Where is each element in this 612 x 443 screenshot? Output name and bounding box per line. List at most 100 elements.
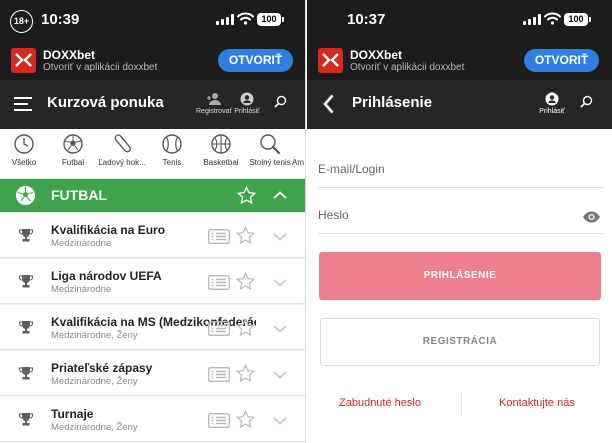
account-icon	[240, 92, 254, 106]
star-icon[interactable]	[236, 410, 255, 429]
forgot-password-link[interactable]: Zabudnuté heslo	[339, 397, 421, 409]
account-icon	[545, 92, 559, 106]
email-field[interactable]: E-mail/Login	[318, 152, 603, 188]
sport-tab-label: Basketbal	[203, 158, 239, 167]
email-placeholder: E-mail/Login	[318, 162, 385, 176]
football-section-header[interactable]: FUTBAL	[0, 179, 305, 212]
star-icon[interactable]	[237, 186, 256, 205]
sport-tab-more[interactable]: Am	[292, 158, 305, 167]
eye-icon[interactable]	[582, 211, 601, 223]
sport-tab-tennis[interactable]: Tenis	[144, 133, 200, 167]
soccer-ball-icon	[63, 134, 83, 154]
competition-region: Medzinárodne	[51, 284, 112, 295]
tennis-ball-icon	[162, 134, 182, 154]
login-screen: 10:37 100 DOXXbet Otvoriť v aplikácii do…	[307, 0, 612, 443]
age-restriction-badge: 18+	[10, 10, 33, 33]
chevron-down-icon[interactable]	[273, 279, 287, 287]
section-title: FUTBAL	[51, 187, 107, 203]
signal-icon	[216, 14, 234, 25]
competition-row[interactable]: Priateľské zápasy Medzinárodne, Ženy	[0, 351, 305, 396]
password-field[interactable]: Heslo	[318, 198, 603, 234]
open-app-button[interactable]: OTVORIŤ	[524, 49, 599, 72]
banner-app-name: DOXXbet	[43, 48, 96, 62]
status-time: 10:39	[41, 11, 80, 28]
login-action[interactable]: Prihlásiť	[233, 92, 261, 115]
sport-tab-label: Futbal	[61, 158, 85, 167]
battery-icon: 100	[564, 13, 591, 26]
hockey-stick-icon	[114, 134, 131, 153]
login-action-label: Prihlásiť	[234, 108, 260, 115]
login-button[interactable]: PRIHLÁSENIE	[319, 252, 601, 300]
competition-region: Medzinárodne	[51, 238, 112, 249]
trophy-icon	[18, 275, 34, 288]
star-icon[interactable]	[236, 364, 255, 383]
contact-us-link[interactable]: Kontaktujte nás	[499, 397, 575, 409]
wifi-icon	[544, 12, 561, 25]
login-action-label: Prihlásiť	[539, 108, 565, 115]
chevron-up-icon[interactable]	[273, 191, 287, 199]
trophy-icon	[18, 321, 34, 334]
chevron-down-icon[interactable]	[273, 371, 287, 379]
password-placeholder: Heslo	[318, 208, 349, 222]
competition-region: Medzinárodne, Ženy	[51, 330, 138, 341]
register-action-label: Registrovať	[196, 108, 233, 115]
status-time: 10:37	[347, 11, 386, 28]
login-action[interactable]: Prihlásiť	[537, 92, 567, 115]
register-button[interactable]: REGISTRÁCIA	[320, 318, 600, 366]
sport-tab-ice-hockey[interactable]: Ľadový hok...	[94, 133, 150, 167]
app-header: Kurzová ponuka Registrovať Prihlásiť	[0, 80, 305, 129]
competition-region: Medzinárodne, Ženy	[51, 376, 138, 387]
sport-tab-label: Tenis	[162, 158, 182, 167]
register-action[interactable]: Registrovať	[196, 92, 232, 115]
person-add-icon	[207, 93, 221, 105]
odds-screen: 18+ 10:39 100 DOXXbet Otvoriť v aplikáci…	[0, 0, 306, 443]
app-banner: DOXXbet Otvoriť v aplikácii doxxbet OTVO…	[307, 40, 612, 80]
search-icon[interactable]	[580, 95, 593, 108]
competition-row[interactable]: Kvalifikácia na MS (Medzikonfederácia) Me…	[0, 305, 305, 350]
banner-subtitle: Otvoriť v aplikácii doxxbet	[43, 62, 158, 73]
sport-tab-label: Am	[292, 158, 304, 167]
search-icon[interactable]	[274, 95, 287, 108]
list-view-icon[interactable]	[208, 413, 230, 428]
star-icon[interactable]	[236, 318, 255, 337]
sport-tab-football[interactable]: Futbal	[45, 133, 101, 167]
competition-region: Medzinárodne, Ženy	[51, 422, 138, 433]
wifi-icon	[237, 12, 254, 25]
chevron-down-icon[interactable]	[273, 417, 287, 425]
doxxbet-logo	[318, 48, 343, 73]
app-banner: DOXXbet Otvoriť v aplikácii doxxbet OTVO…	[0, 40, 305, 80]
list-view-icon[interactable]	[208, 275, 230, 290]
page-title: Prihlásenie	[352, 94, 433, 111]
chevron-down-icon[interactable]	[273, 233, 287, 241]
competition-row[interactable]: Turnaje Medzinárodne, Ženy	[0, 397, 305, 442]
sport-tabs: Všetko Futbal Ľadový hok... Tenis Basket…	[0, 129, 305, 179]
list-view-icon[interactable]	[208, 229, 230, 244]
chevron-down-icon[interactable]	[273, 325, 287, 333]
open-app-button[interactable]: OTVORIŤ	[218, 49, 293, 72]
banner-subtitle: Otvoriť v aplikácii doxxbet	[350, 62, 465, 73]
banner-app-name: DOXXbet	[350, 48, 403, 62]
links-divider	[461, 392, 462, 416]
star-icon[interactable]	[236, 226, 255, 245]
competition-row[interactable]: Liga národov UEFA Medzinárodne	[0, 259, 305, 304]
menu-icon[interactable]	[14, 97, 32, 111]
sport-tab-label: Stolný tenis	[249, 158, 291, 167]
trophy-icon	[18, 413, 34, 426]
list-view-icon[interactable]	[208, 367, 230, 382]
doxxbet-logo	[11, 48, 36, 73]
competition-row[interactable]: Kvalifikácia na Euro Medzinárodne	[0, 213, 305, 258]
list-view-icon[interactable]	[208, 321, 230, 336]
star-icon[interactable]	[236, 272, 255, 291]
trophy-icon	[18, 367, 34, 380]
sport-tab-table-tennis[interactable]: Stolný tenis	[242, 133, 298, 167]
clock-icon	[14, 134, 34, 154]
sport-tab-basketball[interactable]: Basketbal	[193, 133, 249, 167]
sport-tab-label: Ľadový hok...	[98, 158, 146, 167]
soccer-ball-icon	[15, 185, 36, 206]
battery-icon: 100	[257, 13, 284, 26]
back-arrow-icon[interactable]	[323, 94, 334, 114]
table-tennis-icon	[260, 134, 281, 155]
trophy-icon	[18, 229, 34, 242]
basketball-icon	[211, 134, 231, 154]
sport-tab-label: Všetko	[11, 158, 37, 167]
